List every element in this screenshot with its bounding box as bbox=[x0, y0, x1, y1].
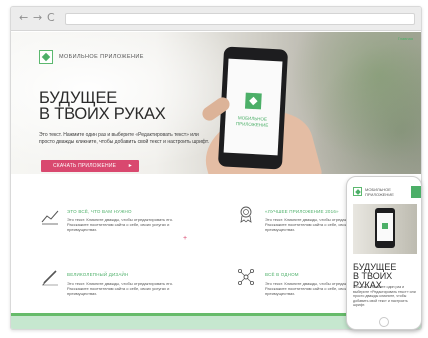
arrow-right-icon: ▸ bbox=[128, 163, 132, 169]
hero-section: Главная МОБИЛЬНОЕ ПРИЛОЖЕНИЕ БУДУЩЕЕ В Т… bbox=[11, 32, 421, 174]
network-icon bbox=[237, 268, 254, 285]
feature-title: ВЕЛИКОЛЕПНЫЙ ДИЗАЙН bbox=[67, 272, 129, 277]
logo-diamond-icon bbox=[41, 52, 51, 62]
plus-icon[interactable]: + bbox=[183, 235, 187, 242]
phone-app-name: МОБИЛЬНОЕ ПРИЛОЖЕНИЕ bbox=[225, 115, 280, 129]
chart-icon bbox=[41, 210, 59, 225]
mobile-phone-image bbox=[375, 208, 395, 248]
phone-logo-diamond-icon bbox=[249, 96, 258, 106]
home-button-icon[interactable] bbox=[379, 317, 389, 327]
mobile-logo-line2: ПРИЛОЖЕНИЕ bbox=[365, 191, 394, 197]
mobile-body-text: Это текст. Нажмите один раз и выберите «… bbox=[353, 285, 416, 308]
nav-link-home[interactable]: Главная bbox=[398, 36, 413, 41]
screenshot-stage: ← → C Главная МОБИЛЬНОЕ ПРИЛОЖЕНИЕ БУДУЩ… bbox=[0, 0, 428, 338]
mobile-hero-image bbox=[353, 204, 417, 254]
mobile-preview: МОБИЛЬНОЕ ПРИЛОЖЕНИЕ БУДУЩЕЕ В ТВОИХ РУК… bbox=[346, 176, 422, 330]
mobile-phone-logo-icon bbox=[382, 223, 388, 229]
logo-text: МОБИЛЬНОЕ ПРИЛОЖЕНИЕ bbox=[59, 54, 144, 60]
mobile-menu-button[interactable] bbox=[411, 186, 421, 198]
hero-title-line1: БУДУЩЕЕ bbox=[39, 89, 118, 107]
hero-title-line2: В ТВОИХ РУКАХ bbox=[39, 105, 166, 123]
mobile-logo-icon bbox=[353, 187, 362, 196]
hero-title: БУДУЩЕЕ В ТВОИХ РУКАХ bbox=[39, 89, 229, 123]
forward-icon[interactable]: → bbox=[33, 12, 42, 24]
phone-logo-icon bbox=[244, 92, 262, 110]
phone-screen: МОБИЛЬНОЕ ПРИЛОЖЕНИЕ bbox=[223, 58, 283, 156]
logo-icon bbox=[39, 50, 53, 64]
pencil-icon bbox=[42, 270, 58, 286]
mobile-header: МОБИЛЬНОЕ ПРИЛОЖЕНИЕ bbox=[353, 185, 421, 202]
address-bar[interactable] bbox=[65, 13, 415, 25]
feature-title: ЭТО ВСЁ, ЧТО ВАМ НУЖНО bbox=[67, 209, 132, 214]
award-icon bbox=[240, 206, 252, 223]
feature-body: Это текст. Кликните дважды, чтобы отреда… bbox=[67, 217, 174, 233]
reload-icon[interactable]: C bbox=[47, 12, 55, 24]
download-app-button[interactable]: СКАЧАТЬ ПРИЛОЖЕНИЕ ▸ bbox=[41, 160, 139, 172]
feature-title: ВСЁ В ОДНОМ bbox=[265, 272, 299, 277]
hero-body-text: Это текст. Нажмите один раз и выберите «… bbox=[39, 132, 209, 145]
back-icon[interactable]: ← bbox=[19, 12, 28, 24]
mobile-logo-diamond-icon bbox=[355, 189, 361, 195]
feature-title: «ЛУЧШЕЕ ПРИЛОЖЕНИЕ 2016» bbox=[265, 209, 339, 214]
mobile-logo-text: МОБИЛЬНОЕ ПРИЛОЖЕНИЕ bbox=[365, 187, 394, 197]
download-app-label: СКАЧАТЬ ПРИЛОЖЕНИЕ bbox=[53, 163, 117, 169]
mobile-phone-screen bbox=[377, 213, 393, 241]
browser-toolbar: ← → C bbox=[11, 7, 421, 31]
feature-body: Это текст. Кликните дважды, чтобы отреда… bbox=[67, 281, 174, 297]
